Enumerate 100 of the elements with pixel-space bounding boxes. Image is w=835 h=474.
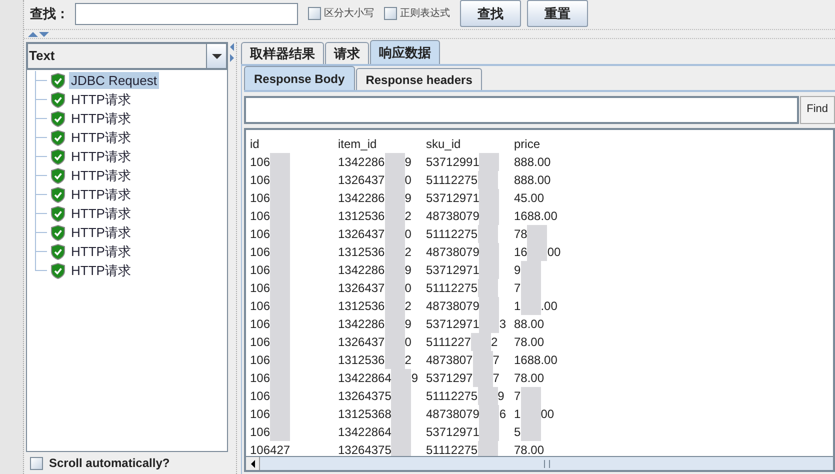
- table-cell-text: 106: [250, 226, 270, 243]
- table-cell-text: 106: [250, 154, 270, 171]
- table-cell-text: 0: [404, 280, 412, 297]
- table-cell-text: 106: [250, 352, 270, 369]
- table-cell-text: 106: [250, 208, 270, 225]
- table-cell-text: 106: [250, 406, 270, 423]
- renderer-dropdown[interactable]: Text: [26, 42, 228, 70]
- redaction-blur: [270, 153, 290, 171]
- table-cell-text: 51112275: [426, 172, 478, 189]
- right-arrow-icon[interactable]: [230, 54, 234, 62]
- table-cell-text: 45.00: [514, 190, 544, 207]
- table-cell-text: 51112275: [426, 280, 478, 297]
- table-cell-text: 13264375: [338, 388, 392, 405]
- checkbox[interactable]: [308, 7, 321, 20]
- tree-item[interactable]: HTTP请求: [69, 186, 133, 203]
- scroll-left-icon[interactable]: [246, 457, 260, 470]
- horizontal-scrollbar[interactable]: [246, 456, 833, 470]
- search-label: 查找：: [30, 4, 69, 23]
- table-cell-text: 1: [514, 406, 521, 423]
- redaction-blur: [479, 153, 500, 171]
- tree-item[interactable]: HTTP请求: [69, 262, 133, 279]
- subtab[interactable]: Response Body: [244, 66, 355, 90]
- tree-item[interactable]: HTTP请求: [69, 224, 133, 241]
- checkbox-label: 正则表达式: [400, 6, 450, 21]
- table-cell-text: 4873807: [426, 352, 473, 369]
- table-cell-text: 9: [514, 262, 521, 279]
- search-button[interactable]: 查找: [460, 0, 521, 27]
- tab[interactable]: 响应数据: [370, 40, 440, 64]
- search-field[interactable]: [75, 2, 298, 24]
- table-cell-text: 1326437: [338, 172, 385, 189]
- table-cell-text: 1342286: [338, 154, 385, 171]
- column-header: price: [514, 136, 540, 153]
- table-cell-text: 1312536: [338, 244, 385, 261]
- table-cell-text: 51112275: [426, 226, 478, 243]
- column-header: item_id: [338, 136, 377, 153]
- table-cell-text: 2: [404, 208, 412, 225]
- redaction-blur: [520, 423, 541, 441]
- table-cell-text: 7: [492, 352, 500, 369]
- table-cell-text: 1326437: [338, 334, 385, 351]
- table-cell-text: 53712971: [426, 262, 480, 279]
- table-cell-text: 1326437: [338, 226, 385, 243]
- tree-item[interactable]: HTTP请求: [69, 91, 133, 108]
- table-cell-text: 78: [514, 226, 528, 243]
- table-cell-text: 1342286: [338, 190, 385, 207]
- table-cell-text: 78.00: [514, 334, 544, 351]
- table-cell-text: 7: [514, 280, 521, 297]
- table-cell-text: 48738079: [426, 244, 480, 261]
- find-button[interactable]: Find: [800, 96, 835, 124]
- table-cell-text: 53712971: [426, 190, 480, 207]
- subtab[interactable]: Response headers: [356, 68, 482, 90]
- table-cell-text: 106: [250, 262, 270, 279]
- scroll-thumb-grip-icon[interactable]: [544, 460, 550, 468]
- table-cell-text: 53712971: [426, 424, 480, 441]
- table-cell-text: 16: [514, 244, 528, 261]
- table-cell-text: 7: [492, 370, 500, 387]
- reset-button[interactable]: 重置: [527, 0, 588, 27]
- table-cell-text: 9: [404, 154, 412, 171]
- tree-item[interactable]: HTTP请求: [69, 205, 133, 222]
- tree-item[interactable]: HTTP请求: [69, 110, 133, 127]
- find-field[interactable]: [244, 96, 799, 124]
- collapse-up-icon[interactable]: [28, 32, 38, 36]
- table-cell-text: 1312536: [338, 352, 385, 369]
- checkbox[interactable]: [384, 7, 397, 20]
- table-cell-text: 106: [250, 298, 270, 315]
- table-cell-text: 7: [514, 388, 521, 405]
- collapse-down-icon[interactable]: [39, 32, 49, 36]
- checkbox[interactable]: [30, 456, 43, 470]
- redaction-blur: [270, 423, 290, 441]
- table-cell-text: 78.00: [514, 370, 544, 387]
- table-cell-text: 1: [514, 298, 521, 315]
- table-cell-text: 48738079: [426, 208, 480, 225]
- table-cell-text: 78.00: [514, 442, 544, 456]
- tree-item[interactable]: HTTP请求: [69, 167, 133, 184]
- table-cell-text: 106: [250, 388, 270, 405]
- table-cell-text: 9: [411, 370, 418, 387]
- table-cell-text: 53712991: [426, 154, 480, 171]
- tree-item[interactable]: HTTP请求: [69, 129, 133, 146]
- table-cell-text: 6: [499, 406, 506, 423]
- table-cell-text: 0: [404, 172, 412, 189]
- tree-item[interactable]: JDBC Request: [69, 72, 159, 89]
- table-cell-text: 106427: [250, 442, 290, 456]
- table-cell-text: 48738079: [426, 406, 480, 423]
- table-cell-text: 2: [404, 244, 412, 261]
- table-cell-text: 106: [250, 172, 270, 189]
- table-cell-text: 9: [404, 262, 412, 279]
- left-arrow-icon[interactable]: [230, 43, 234, 51]
- tab[interactable]: 取样器结果: [241, 42, 324, 64]
- table-cell-text: 9: [404, 316, 412, 333]
- table-cell-text: 106: [250, 316, 270, 333]
- table-cell-text: 1326437: [338, 280, 385, 297]
- tab[interactable]: 请求: [325, 42, 369, 64]
- table-cell-text: 51112275: [426, 388, 478, 405]
- table-cell-text: 888.00: [514, 172, 551, 189]
- redaction-blur: [384, 153, 405, 171]
- table-cell-text: 0: [404, 226, 412, 243]
- table-cell-text: 1312536: [338, 298, 385, 315]
- table-cell-text: 1688.00: [514, 352, 558, 369]
- tree-item[interactable]: HTTP请求: [69, 148, 133, 165]
- table-cell-text: 1312536: [338, 208, 385, 225]
- tree-item[interactable]: HTTP请求: [69, 243, 133, 260]
